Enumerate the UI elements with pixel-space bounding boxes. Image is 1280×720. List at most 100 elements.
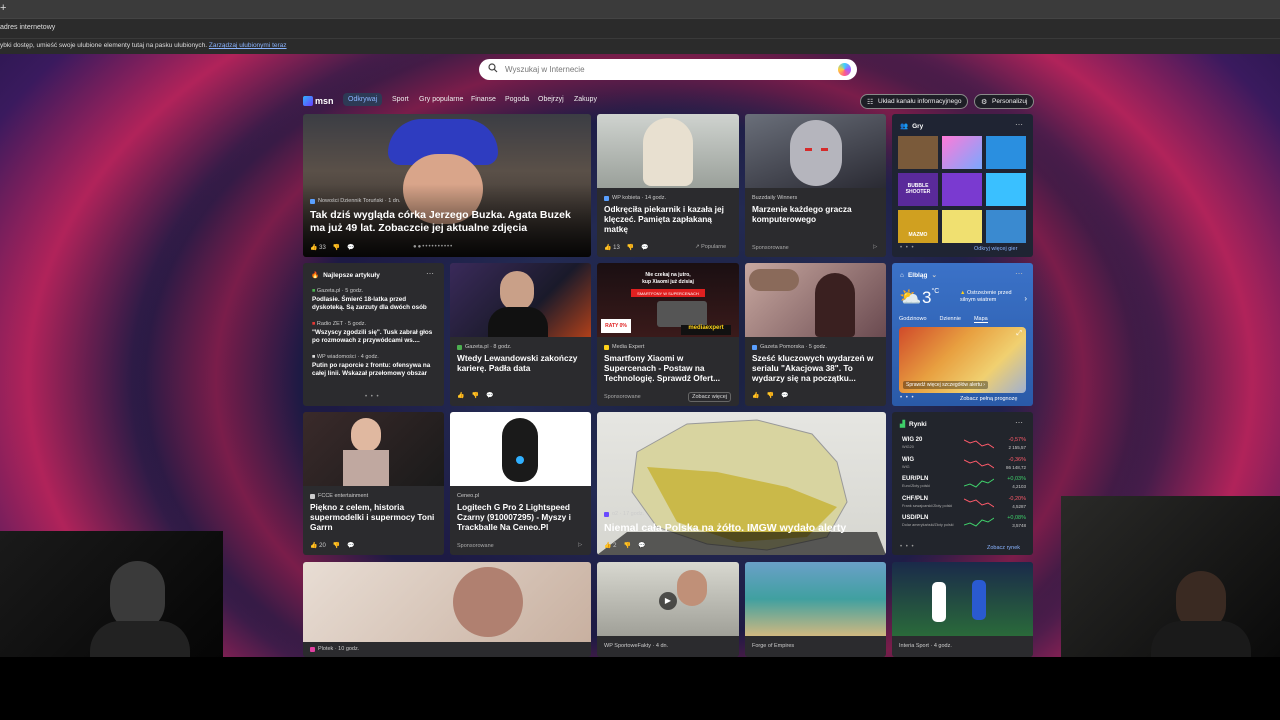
market-value: 3,5748 <box>1012 523 1026 528</box>
list-item[interactable]: ■ Gazeta.pl · 5 godz. Podlasie. Śmierć 1… <box>312 288 440 321</box>
comment-icon[interactable]: 💬 <box>347 244 354 251</box>
game-tile[interactable] <box>986 210 1026 243</box>
see-market-link[interactable]: Zobacz rynek <box>987 545 1020 551</box>
weather-map[interactable]: ⤢ Sprawdź więcej szczegółów alertu › <box>899 327 1026 393</box>
search-box[interactable]: Wyszukaj w Internecie <box>479 59 857 80</box>
card-mouse-title[interactable]: Logitech G Pro 2 Lightspeed Czarny (9100… <box>457 502 585 533</box>
market-row[interactable]: WIG WIG -0,36% 86 148,72 <box>902 456 1026 476</box>
like-button[interactable]: 👍 33 <box>310 244 326 251</box>
tab-sport[interactable]: Sport <box>392 96 409 103</box>
weather-location[interactable]: ⌂ Elbląg ⌄ <box>900 271 937 280</box>
tab-games[interactable]: Gry popularne <box>419 96 463 103</box>
more-options-icon[interactable]: ⋯ <box>1015 269 1023 278</box>
hero-title[interactable]: Tak dziś wygląda córka Jerzego Buzka. Ag… <box>310 209 585 234</box>
ad-choices-icon[interactable]: ▷ <box>873 244 877 250</box>
comment-icon[interactable]: 💬 <box>486 392 493 399</box>
dislike-icon[interactable]: 👎 <box>333 542 340 549</box>
card-lewandowski-title[interactable]: Wtedy Lewandowski zakończy karierę. Padł… <box>457 353 585 374</box>
card-sportowefakty[interactable]: ▶ WP SportoweFakty · 4 dn. <box>597 562 739 657</box>
games-more-link[interactable]: Odkryj więcej gier <box>974 246 1017 252</box>
ad-choices-icon[interactable]: ▷ <box>578 542 582 548</box>
weather-alert[interactable]: ▲ Ostrzeżenie przed silnym wiatrem <box>960 290 1020 304</box>
markets-dots[interactable]: • • • <box>900 544 915 550</box>
card-xiaomi-title[interactable]: Smartfony Xiaomi w Supercenach - Postaw … <box>604 353 733 384</box>
game-tile[interactable] <box>986 173 1026 206</box>
tab-watch[interactable]: Obejrzyj <box>538 96 564 103</box>
tab-map[interactable]: Mapa <box>973 316 988 323</box>
card-game[interactable]: Buzzdaily Winners Marzenie każdego gracz… <box>745 114 886 257</box>
address-input[interactable]: adres internetowy <box>0 24 55 31</box>
hero-card[interactable]: Nowości Dziennik Toruński · 1 dn. Tak dz… <box>303 114 591 257</box>
card-lewandowski[interactable]: Gazeta.pl · 8 godz. Wtedy Lewandowski za… <box>450 263 591 406</box>
new-tab-icon[interactable]: + <box>0 2 6 14</box>
market-row[interactable]: USD/PLN Dolar amerykański/Złoty polski +0,… <box>902 514 1026 534</box>
game-tile[interactable] <box>942 173 982 206</box>
tab-shopping[interactable]: Zakupy <box>574 96 597 103</box>
market-row[interactable]: CHF/PLN Frank szwajcarski/Złoty polski -0,… <box>902 495 1026 515</box>
address-bar[interactable]: adres internetowy <box>0 18 1280 38</box>
games-dots[interactable]: • • • <box>900 245 915 251</box>
like-button[interactable]: 👍 13 <box>604 244 620 251</box>
tab-hourly[interactable]: Godzinowo <box>899 316 927 323</box>
map-alert-link[interactable]: Sprawdź więcej szczegółów alertu › <box>903 381 988 389</box>
full-forecast-link[interactable]: Zobacz pełną prognozę <box>960 396 1017 402</box>
card-mouse-ad[interactable]: Ceneo.pl Logitech G Pro 2 Lightspeed Cza… <box>450 412 591 555</box>
card-wp[interactable]: WP kobieta · 14 godz. Odkręciła piekarni… <box>597 114 739 257</box>
weather-dots[interactable]: • • • <box>900 395 915 401</box>
search-input[interactable]: Wyszukaj w Internecie <box>505 65 585 74</box>
dislike-icon[interactable]: 👎 <box>627 244 634 251</box>
more-options-icon[interactable]: ⋯ <box>426 269 434 278</box>
card-interia[interactable]: Interia Sport · 4 godz. <box>892 562 1033 657</box>
game-tile[interactable] <box>942 210 982 243</box>
more-options-icon[interactable]: ⋯ <box>1015 418 1023 427</box>
chevron-right-icon[interactable]: › <box>1024 294 1027 303</box>
card-fcce-title[interactable]: Piękno z celem, historia supermodelki i … <box>310 502 438 533</box>
personalize-button[interactable]: ⚙ Personalizuj <box>974 94 1035 109</box>
see-more-button[interactable]: Zobacz więcej <box>688 392 731 402</box>
dislike-icon[interactable]: 👎 <box>766 392 773 399</box>
game-tile[interactable] <box>942 136 982 169</box>
list-item[interactable]: ■ Radio ZET · 5 godz. "Wszyscy zgodzili … <box>312 321 440 354</box>
tab-finance[interactable]: Finanse <box>471 96 496 103</box>
card-akacjowa-title[interactable]: Sześć kluczowych wydarzeń w serialu "Aka… <box>752 353 880 384</box>
market-row[interactable]: EUR/PLN Euro/Złoty polski +0,03% 4,2103 <box>902 475 1026 495</box>
comment-icon[interactable]: 💬 <box>347 542 354 549</box>
card-fcce[interactable]: FCCE entertainment Piękno z celem, histo… <box>303 412 444 555</box>
card-akacjowa[interactable]: Gazeta Pomorska · 5 godz. Sześć kluczowy… <box>745 263 886 406</box>
copilot-icon[interactable] <box>838 63 851 76</box>
game-tile[interactable]: BUBBLE SHOOTER <box>898 173 938 206</box>
tab-discover[interactable]: Odkrywaj <box>343 93 383 106</box>
tab-daily[interactable]: Dziennie <box>940 316 961 323</box>
dislike-icon[interactable]: 👎 <box>333 244 340 251</box>
market-row[interactable]: WIG 20 WIG20 -0,57% 2 155,57 <box>902 436 1026 456</box>
card-imgw-map[interactable]: o2 · 17 godz. Niemal cała Polska na żółt… <box>597 412 886 555</box>
card-forge[interactable]: Forge of Empires <box>745 562 886 657</box>
list-item[interactable]: ■ WP wiadomości · 4 godz. Putin po rapor… <box>312 354 440 387</box>
like-button[interactable]: 👍 20 <box>310 542 326 549</box>
dislike-icon[interactable]: 👎 <box>623 542 630 549</box>
game-tile[interactable] <box>986 136 1026 169</box>
card-game-title[interactable]: Marzenie każdego gracza komputerowego <box>752 204 880 225</box>
card-wp-title[interactable]: Odkręciła piekarnik i kazała jej klęczeć… <box>604 204 733 235</box>
game-tile[interactable] <box>898 136 938 169</box>
comment-icon[interactable]: 💬 <box>638 542 645 549</box>
like-icon[interactable]: 👍 <box>752 392 759 399</box>
game-tile[interactable]: MAZMO <box>898 210 938 243</box>
card-xiaomi-ad[interactable]: Nie czekaj na jutro, kup Xiaomi już dzis… <box>597 263 739 406</box>
feed-layout-button[interactable]: ☷ Układ kanału informacyjnego <box>860 94 969 109</box>
card-plotek[interactable]: Plotek · 10 godz. <box>303 562 591 657</box>
best-articles-dots[interactable]: • • • <box>365 394 380 400</box>
like-button[interactable]: 👍 2 <box>604 542 616 549</box>
like-icon[interactable]: 👍 <box>457 392 464 399</box>
comment-icon[interactable]: 💬 <box>641 244 648 251</box>
manage-favorites-link[interactable]: Zarządzaj ulubionymi teraz <box>209 42 287 49</box>
carousel-dots[interactable]: ●●•••••••••• <box>413 244 453 250</box>
expand-icon[interactable]: ⤢ <box>1016 330 1022 338</box>
comment-icon[interactable]: 💬 <box>781 392 788 399</box>
card-imgw-title[interactable]: Niemal cała Polska na żółto. IMGW wydało… <box>604 522 880 535</box>
play-icon[interactable]: ▶ <box>659 592 677 610</box>
msn-logo[interactable]: msn <box>303 96 334 106</box>
dislike-icon[interactable]: 👎 <box>471 392 478 399</box>
more-options-icon[interactable]: ⋯ <box>1015 120 1023 129</box>
tab-weather[interactable]: Pogoda <box>505 96 529 103</box>
